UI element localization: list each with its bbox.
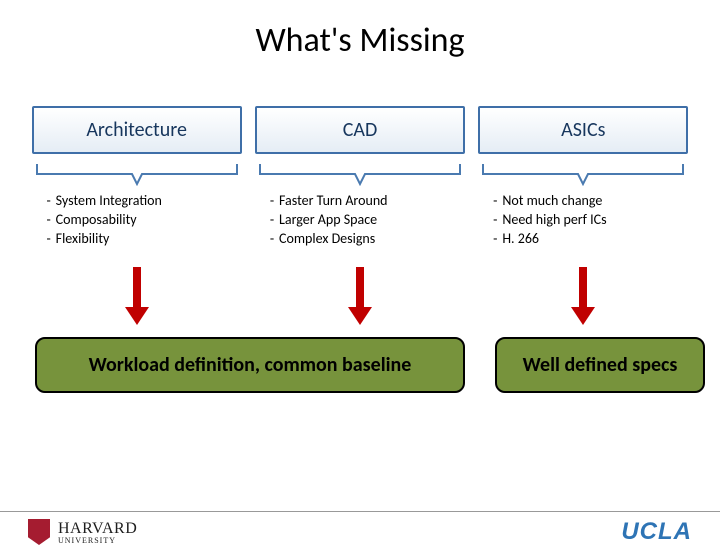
column-cad: CAD -Faster Turn Around -Larger App Spac… bbox=[255, 106, 465, 327]
ucla-logo: UCLA bbox=[621, 518, 692, 546]
bracket-icon bbox=[478, 160, 688, 186]
column-asics: ASICs -Not much change -Need high perf I… bbox=[478, 106, 688, 327]
bottom-row: Workload definition, common baseline Wel… bbox=[0, 337, 720, 393]
bracket-icon bbox=[255, 160, 465, 186]
column-architecture: Architecture -System Integration -Compos… bbox=[32, 106, 242, 327]
items-asics: -Not much change -Need high perf ICs -H.… bbox=[478, 192, 688, 249]
heading-architecture: Architecture bbox=[32, 106, 242, 154]
list-item: Complex Designs bbox=[279, 230, 375, 249]
list-item: H. 266 bbox=[502, 230, 539, 249]
harvard-logo: HARVARD UNIVERSITY bbox=[28, 519, 137, 545]
list-item: Flexibility bbox=[56, 230, 110, 249]
list-item: Not much change bbox=[502, 192, 602, 211]
list-item: Faster Turn Around bbox=[279, 192, 388, 211]
bottom-box-workload: Workload definition, common baseline bbox=[35, 337, 465, 393]
items-architecture: -System Integration -Composability -Flex… bbox=[32, 192, 242, 249]
arrow-down-icon bbox=[123, 267, 151, 327]
heading-cad: CAD bbox=[255, 106, 465, 154]
list-item: Larger App Space bbox=[279, 211, 377, 230]
bracket-icon bbox=[32, 160, 242, 186]
harvard-shield-icon bbox=[28, 519, 50, 545]
list-item: Need high perf ICs bbox=[502, 211, 606, 230]
arrow-down-icon bbox=[569, 267, 597, 327]
items-cad: -Faster Turn Around -Larger App Space -C… bbox=[255, 192, 465, 249]
heading-asics: ASICs bbox=[478, 106, 688, 154]
harvard-text: HARVARD bbox=[58, 520, 137, 537]
footer: HARVARD UNIVERSITY UCLA bbox=[0, 511, 720, 546]
list-item: Composability bbox=[56, 211, 137, 230]
bottom-box-specs: Well defined specs bbox=[495, 337, 705, 393]
arrow-down-icon bbox=[346, 267, 374, 327]
list-item: System Integration bbox=[56, 192, 162, 211]
columns-container: Architecture -System Integration -Compos… bbox=[0, 106, 720, 327]
slide-title: What's Missing bbox=[0, 20, 720, 61]
